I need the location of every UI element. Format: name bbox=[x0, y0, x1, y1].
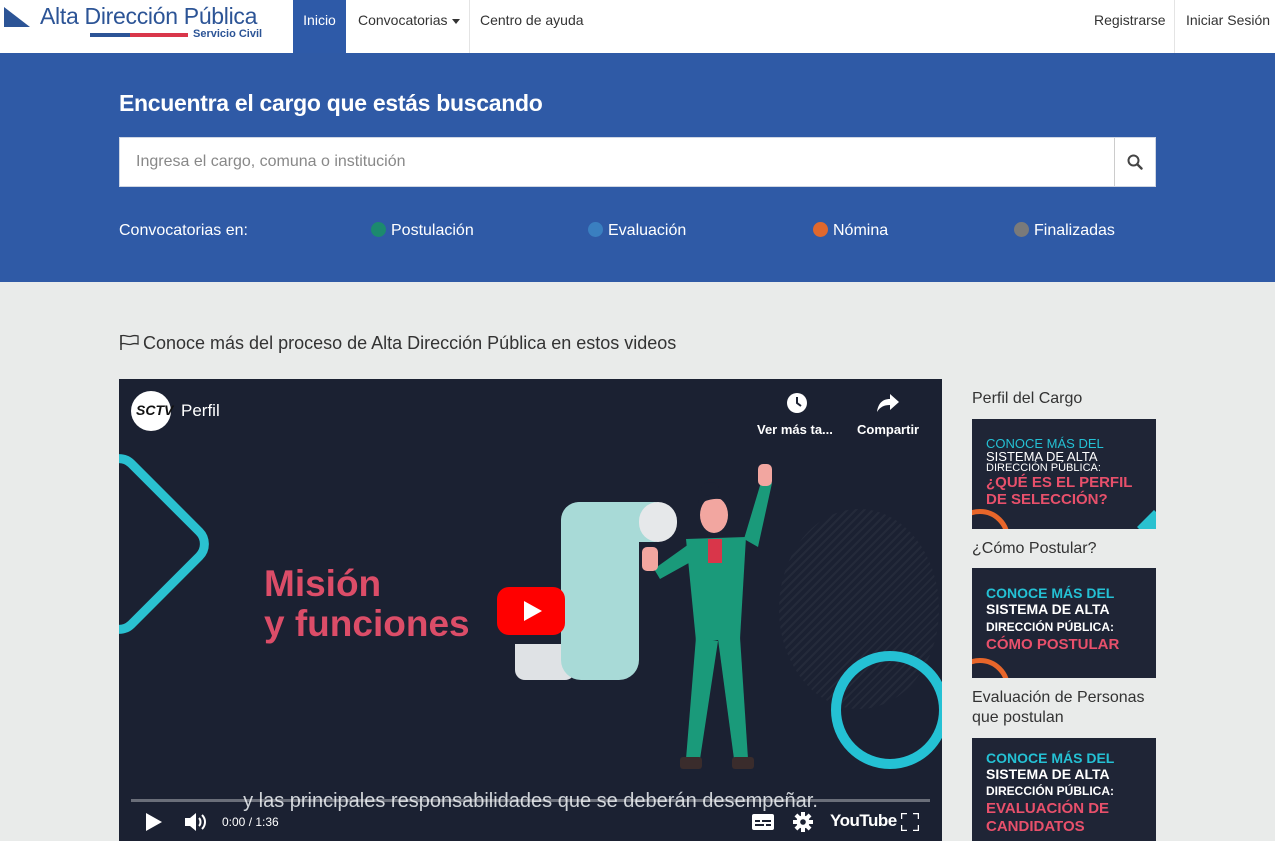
search-box bbox=[119, 137, 1156, 187]
nav-registrarse[interactable]: Registrarse bbox=[1094, 0, 1166, 53]
brand-underline-blue bbox=[90, 33, 130, 37]
status-dot-icon bbox=[1014, 222, 1029, 237]
video-title[interactable]: Perfil bbox=[181, 401, 220, 421]
status-label: Evaluación bbox=[608, 222, 687, 239]
brand-name: Alta Dirección Pública bbox=[40, 3, 258, 29]
status-label: Finalizadas bbox=[1034, 222, 1115, 239]
channel-logo[interactable]: SCTV bbox=[131, 391, 174, 431]
share-label[interactable]: Compartir bbox=[857, 422, 919, 437]
thumb-line: DE SELECCIÓN? bbox=[986, 491, 1108, 508]
slide-line-1: Misión bbox=[264, 563, 382, 604]
play-icon[interactable] bbox=[146, 813, 162, 831]
hero-title: Encuentra el cargo que estás buscando bbox=[119, 90, 543, 116]
nav-iniciar-sesion[interactable]: Iniciar Sesión bbox=[1186, 0, 1270, 53]
thumb-line: DIRECCIÓN PÚBLICA: bbox=[986, 462, 1101, 474]
play-button-large[interactable] bbox=[497, 587, 565, 635]
clock-icon[interactable] bbox=[786, 392, 808, 414]
progress-bar[interactable] bbox=[131, 799, 930, 802]
search-input[interactable] bbox=[120, 138, 1115, 186]
status-dot-icon bbox=[588, 222, 603, 237]
search-icon bbox=[1127, 154, 1143, 170]
channel-logo-text: SCTV bbox=[136, 402, 174, 418]
status-label: Nómina bbox=[833, 222, 889, 239]
thumb-accent bbox=[1137, 510, 1156, 529]
search-button[interactable] bbox=[1114, 138, 1155, 186]
nav-convocatorias[interactable]: Convocatorias bbox=[358, 0, 460, 53]
thumb-line: DIRECCIÓN PÚBLICA: bbox=[986, 620, 1114, 634]
nav-divider bbox=[469, 0, 470, 53]
decorative-diamond bbox=[119, 445, 218, 643]
thumb-line: DIRECCIÓN PÚBLICA: bbox=[986, 784, 1114, 798]
sidebar-video-title[interactable]: Perfil del Cargo bbox=[972, 389, 1162, 409]
nav-inicio[interactable]: Inicio bbox=[293, 0, 346, 53]
status-dot-icon bbox=[813, 222, 828, 237]
videos-section-title: Conoce más del proceso de Alta Dirección… bbox=[119, 333, 676, 354]
top-navbar: Alta Dirección Pública Servicio Civil In… bbox=[0, 0, 1275, 53]
decorative-ring bbox=[831, 651, 942, 769]
youtube-logo[interactable]: YouTube bbox=[830, 811, 897, 831]
nav-divider bbox=[1174, 0, 1175, 53]
brand-subtitle: Servicio Civil bbox=[193, 28, 263, 40]
thumb-line: SISTEMA DE ALTA bbox=[986, 766, 1110, 782]
nav-convocatorias-label: Convocatorias bbox=[358, 12, 448, 28]
subtitles-icon[interactable] bbox=[752, 814, 774, 830]
flag-icon bbox=[120, 334, 139, 350]
caret-down-icon bbox=[451, 18, 460, 24]
video-time: 0:00 / 1:36 bbox=[222, 815, 279, 829]
thumb-line: ¿QUÉ ES EL PERFIL bbox=[986, 474, 1133, 491]
status-filter-postulacion[interactable]: Postulación bbox=[371, 222, 474, 240]
nav-centro-ayuda[interactable]: Centro de ayuda bbox=[480, 0, 584, 53]
person-illustration bbox=[642, 464, 772, 769]
fullscreen-icon[interactable] bbox=[901, 813, 919, 831]
slide-line-2: y funciones bbox=[264, 603, 470, 644]
status-filter-finalizadas[interactable]: Finalizadas bbox=[1014, 222, 1115, 240]
status-dot-icon bbox=[371, 222, 386, 237]
video-thumbnail-perfil[interactable]: CONOCE MÁS DEL SISTEMA DE ALTA DIRECCIÓN… bbox=[972, 419, 1156, 529]
share-icon[interactable] bbox=[877, 394, 899, 412]
sidebar-video-title[interactable]: Evaluación de Personas que postulan bbox=[972, 688, 1162, 728]
settings-gear-icon[interactable] bbox=[793, 812, 813, 832]
video-slide-text: Misión y funciones bbox=[264, 564, 470, 644]
brand-logo[interactable]: Alta Dirección Pública Servicio Civil bbox=[0, 0, 293, 53]
watch-later-label[interactable]: Ver más ta... bbox=[757, 422, 833, 437]
video-thumbnail-evaluacion[interactable]: CONOCE MÁS DEL SISTEMA DE ALTA DIRECCIÓN… bbox=[972, 738, 1156, 841]
thumb-line: CONOCE MÁS DEL bbox=[986, 585, 1115, 601]
status-filter-label: Convocatorias en: bbox=[119, 222, 248, 239]
thumb-line: SISTEMA DE ALTA bbox=[986, 601, 1110, 617]
video-thumbnail-como-postular[interactable]: CONOCE MÁS DEL SISTEMA DE ALTA DIRECCIÓN… bbox=[972, 568, 1156, 678]
sidebar-video-title[interactable]: ¿Cómo Postular? bbox=[972, 539, 1162, 559]
status-filter-evaluacion[interactable]: Evaluación bbox=[588, 222, 686, 240]
videos-section-label: Conoce más del proceso de Alta Dirección… bbox=[143, 333, 677, 353]
search-hero: Encuentra el cargo que estás buscando Co… bbox=[0, 53, 1275, 282]
status-filter-nomina[interactable]: Nómina bbox=[813, 222, 888, 240]
thumb-line: CANDIDATOS bbox=[986, 818, 1085, 835]
status-label: Postulación bbox=[391, 222, 474, 239]
video-player[interactable]: Misión y funciones SCTV Perfil Ver más t… bbox=[119, 379, 942, 841]
thumb-line: EVALUACIÓN DE bbox=[986, 800, 1110, 817]
thumb-line: CÓMO POSTULAR bbox=[986, 636, 1120, 653]
volume-icon[interactable] bbox=[185, 812, 209, 832]
thumb-accent bbox=[972, 658, 1010, 678]
thumb-line: CONOCE MÁS DEL bbox=[986, 750, 1115, 766]
thumb-accent bbox=[972, 509, 1010, 529]
brand-triangle-icon bbox=[4, 7, 30, 27]
